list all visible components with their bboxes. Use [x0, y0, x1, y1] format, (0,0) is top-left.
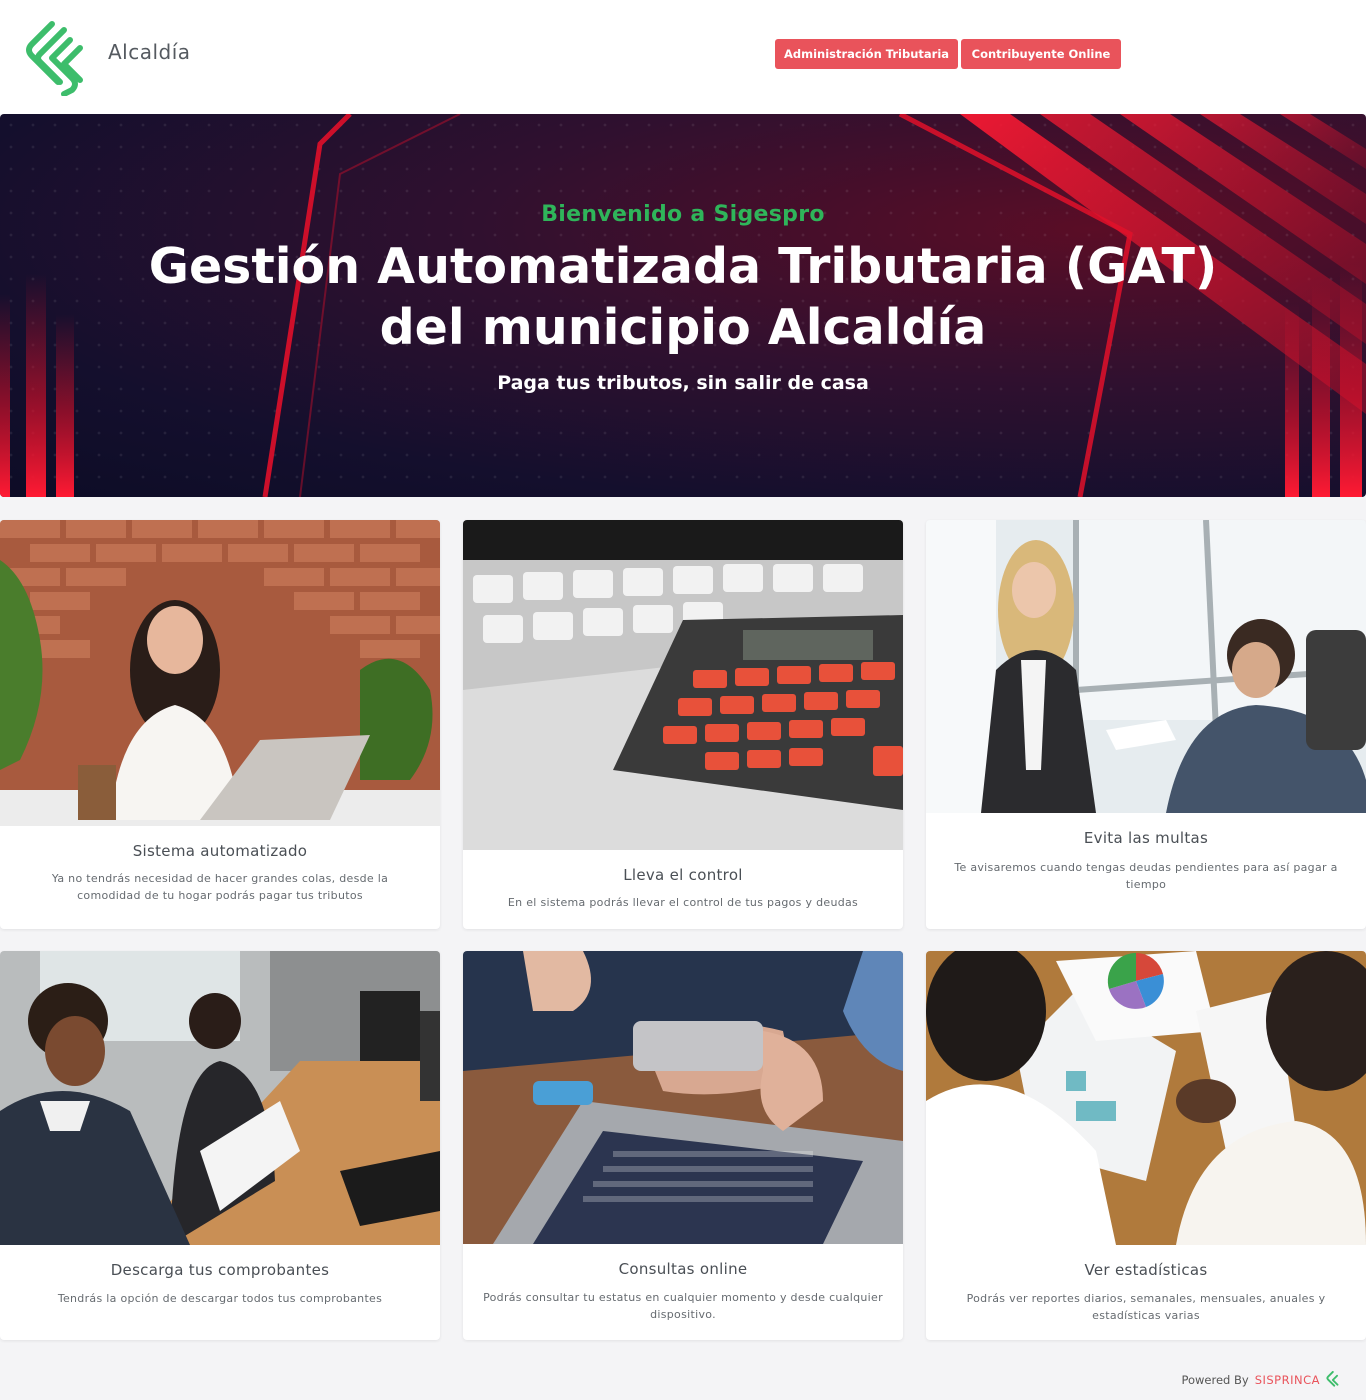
feature-card-consultas-online: Consultas online Podrás consultar tu est…	[463, 951, 903, 1340]
feature-card-evita-las-multas: Evita las multas Te avisaremos cuando te…	[926, 520, 1366, 929]
hero-banner: Bienvenido a Sigespro Gestión Automatiza…	[0, 114, 1366, 497]
card-description: Ya no tendrás necesidad de hacer grandes…	[51, 872, 389, 902]
card-title: Evita las multas	[1083, 829, 1209, 847]
photo-business-meeting	[926, 520, 1366, 813]
card-description: Podrás ver reportes diarios, semanales, …	[966, 1292, 1326, 1322]
feature-card-sistema-automatizado: Sistema automatizado Ya no tendrás neces…	[0, 520, 440, 929]
feature-card-ver-estadisticas: Ver estadísticas Podrás ver reportes dia…	[926, 951, 1366, 1340]
site-header: Alcaldía Administración Tributaria Contr…	[0, 0, 1366, 114]
powered-by-label: Powered By	[1181, 1373, 1249, 1387]
hero-title: Gestión Automatizada Tributaria (GAT) de…	[148, 238, 1218, 356]
admin-tributaria-button[interactable]: Administración Tributaria	[775, 39, 958, 69]
photo-calculator-keyboard	[463, 520, 903, 850]
card-description: En el sistema podrás llevar el control d…	[507, 896, 859, 909]
sisprinca-link[interactable]: SISPRINCA	[1255, 1373, 1320, 1387]
footer-credit: Powered By SISPRINCA	[1181, 1371, 1342, 1389]
card-title: Consultas online	[618, 1260, 748, 1278]
photo-statistics-reports	[926, 951, 1366, 1245]
brand-name: Alcaldía	[108, 40, 191, 64]
card-title: Sistema automatizado	[132, 842, 308, 860]
card-description: Te avisaremos cuando tengas deudas pendi…	[954, 861, 1338, 891]
sigespro-logo-icon[interactable]	[24, 20, 90, 96]
contribuyente-online-button[interactable]: Contribuyente Online	[961, 39, 1121, 69]
card-description: Podrás consultar tu estatus en cualquier…	[483, 1291, 883, 1321]
feature-card-descarga-comprobantes: Descarga tus comprobantes Tendrás la opc…	[0, 951, 440, 1340]
photo-woman-headset-laptop	[0, 520, 440, 826]
photo-phone-laptop	[463, 951, 903, 1244]
sisprinca-logo-icon	[1326, 1371, 1339, 1387]
feature-card-lleva-el-control: Lleva el control En el sistema podrás ll…	[463, 520, 903, 929]
card-description: Tendrás la opción de descargar todos tus…	[57, 1292, 383, 1305]
card-title: Lleva el control	[623, 866, 743, 884]
card-title: Ver estadísticas	[1084, 1261, 1208, 1279]
card-title: Descarga tus comprobantes	[110, 1261, 330, 1279]
hero-tagline: Paga tus tributos, sin salir de casa	[497, 372, 869, 394]
hero-welcome: Bienvenido a Sigespro	[541, 202, 825, 227]
photo-call-center	[0, 951, 440, 1245]
